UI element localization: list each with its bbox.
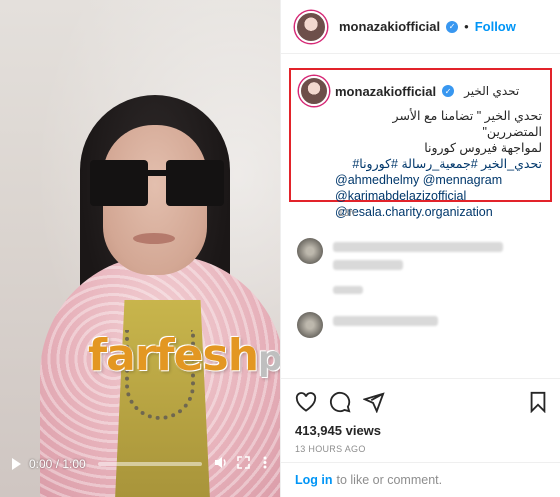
post-actions: 413,945 views 13 HOURS AGO [281, 378, 560, 454]
login-prompt-text: to like or comment. [336, 473, 443, 487]
sunglasses-lens-left [90, 160, 148, 206]
caption-username-link[interactable]: monazakiofficial [335, 84, 436, 99]
verified-badge-icon: ✓ [446, 20, 459, 33]
caption-title: تحدي الخير [464, 84, 520, 98]
post-header: monazakiofficial ✓ • Follow [281, 0, 560, 54]
watermark-part2: plus.com [258, 339, 280, 379]
sunglasses-lens-right [166, 160, 224, 206]
video-person-lips [133, 233, 175, 244]
mention-link[interactable]: @resala.charity.organization [335, 204, 542, 220]
video-player[interactable]: farfeshplus.com 0:00 / 1:00 [0, 0, 280, 497]
comment-item [297, 312, 438, 338]
watermark-part1: farfesh [88, 330, 259, 381]
separator-dot: • [464, 19, 469, 34]
verified-badge-icon: ✓ [442, 85, 455, 97]
sunglasses-bridge [146, 170, 168, 176]
caption-body: تحدي الخير " تضامنا مع الأسر المتضررين" … [299, 108, 542, 220]
blurred-comment-text [333, 242, 503, 252]
username-link[interactable]: monazakiofficial [339, 19, 440, 34]
mention-link[interactable]: @ahmedhelmy @mennagram [335, 172, 542, 188]
action-icons [295, 389, 547, 415]
login-bar: Log in to like or comment. [281, 462, 560, 497]
login-link[interactable]: Log in [295, 473, 333, 487]
blurred-comment-text [333, 260, 403, 270]
comment-item [297, 238, 503, 294]
volume-icon[interactable] [214, 456, 228, 472]
heart-icon[interactable] [295, 392, 317, 412]
caption-line: لمواجهة فيروس كورونا [424, 141, 542, 155]
blurred-comment-meta [333, 286, 363, 294]
play-icon[interactable] [12, 458, 21, 470]
video-progress-track[interactable] [97, 462, 202, 466]
caption-header: monazakiofficial ✓ تحدي الخير [299, 76, 542, 106]
avatar[interactable] [295, 10, 327, 43]
mention-link[interactable]: @karimabdelazizofficial [335, 188, 542, 204]
caption-highlight: monazakiofficial ✓ تحدي الخير تحدي الخير… [289, 68, 552, 219]
watermark: farfeshplus.com [88, 330, 280, 390]
hashtags-link[interactable]: تحدي_الخير #جمعية_رسالة #كورونا# [335, 156, 542, 172]
post-sidebar: monazakiofficial ✓ • Follow monazakioffi… [280, 0, 560, 497]
post-timestamp: 13 HOURS AGO [295, 444, 366, 454]
caption-line: تحدي الخير " تضامنا مع الأسر المتضررين" [392, 109, 542, 139]
more-options-icon[interactable] [258, 456, 272, 472]
blurred-comment-text [333, 316, 438, 326]
fullscreen-icon[interactable] [236, 456, 250, 472]
caption-avatar[interactable] [299, 76, 329, 106]
share-icon[interactable] [363, 391, 385, 413]
sunglasses [90, 160, 228, 210]
comment-avatar[interactable] [297, 312, 323, 338]
follow-button[interactable]: Follow [475, 19, 516, 34]
comment-avatar[interactable] [297, 238, 323, 264]
video-time: 0:00 / 1:00 [29, 457, 86, 471]
caption-timestamp: 13h [338, 208, 355, 219]
view-count[interactable]: 413,945 views [295, 423, 547, 438]
comment-icon[interactable] [329, 391, 351, 413]
video-controls: 0:00 / 1:00 [0, 446, 280, 482]
bookmark-icon[interactable] [529, 391, 547, 413]
